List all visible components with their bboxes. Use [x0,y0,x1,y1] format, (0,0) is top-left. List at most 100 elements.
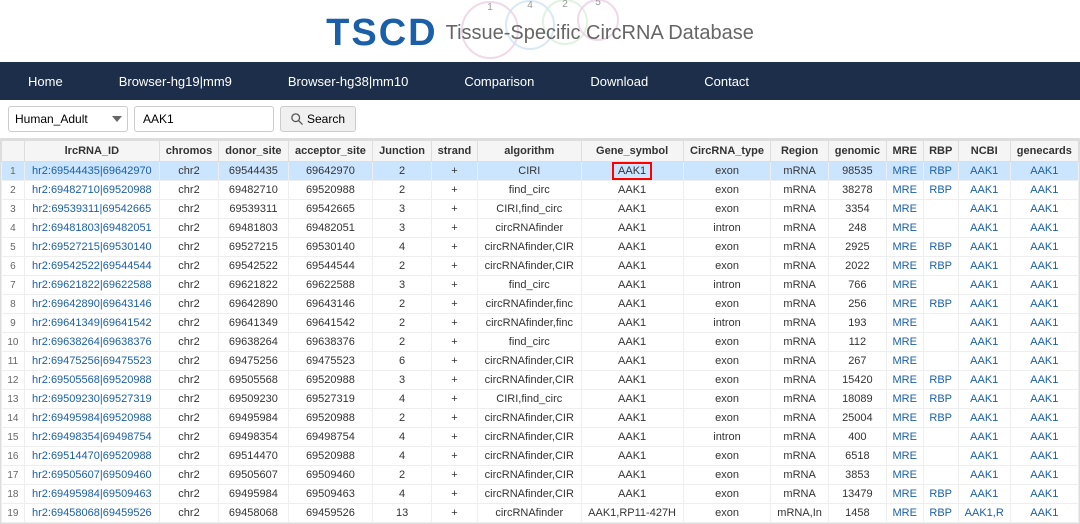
ncbi-tag[interactable]: AAK1 [958,390,1010,409]
lrcrna-id[interactable]: hr2:69544435|69642970 [24,162,159,181]
lrcrna-id[interactable]: hr2:69542522|69544544 [24,257,159,276]
mre-tag[interactable]: MRE [886,295,923,314]
rbp-tag[interactable]: RBP [923,162,958,181]
nav-browser-hg38[interactable]: Browser-hg38|mm10 [260,62,436,100]
mre-tag[interactable]: MRE [886,162,923,181]
genecards-tag[interactable]: AAK1 [1010,409,1078,428]
search-button[interactable]: Search [280,106,356,132]
mre-tag[interactable]: MRE [886,238,923,257]
lrcrna-id[interactable]: hr2:69495984|69520988 [24,409,159,428]
lrcrna-id[interactable]: hr2:69505607|69509460 [24,466,159,485]
genecards-tag[interactable]: AAK1 [1010,466,1078,485]
genecards-tag[interactable]: AAK1 [1010,200,1078,219]
lrcrna-id[interactable]: hr2:69638264|69638376 [24,333,159,352]
ncbi-tag[interactable]: AAK1 [958,409,1010,428]
species-dropdown[interactable]: Human_Adult Human_Fetal Mouse_Adult Mous… [8,106,128,132]
mre-tag[interactable]: MRE [886,447,923,466]
ncbi-tag[interactable]: AAK1 [958,257,1010,276]
nav-comparison[interactable]: Comparison [436,62,562,100]
genecards-tag[interactable]: AAK1 [1010,295,1078,314]
rbp-tag[interactable]: RBP [923,257,958,276]
mre-tag[interactable]: MRE [886,409,923,428]
mre-tag[interactable]: MRE [886,485,923,504]
rbp-tag[interactable] [923,333,958,352]
ncbi-tag[interactable]: AAK1 [958,276,1010,295]
nav-home[interactable]: Home [0,62,91,100]
mre-tag[interactable]: MRE [886,219,923,238]
ncbi-tag[interactable]: AAK1 [958,181,1010,200]
nav-browser-hg19[interactable]: Browser-hg19|mm9 [91,62,260,100]
ncbi-tag[interactable]: AAK1 [958,238,1010,257]
lrcrna-id[interactable]: hr2:69498354|69498754 [24,428,159,447]
lrcrna-id[interactable]: hr2:69527215|69530140 [24,238,159,257]
rbp-tag[interactable]: RBP [923,409,958,428]
genecards-tag[interactable]: AAK1 [1010,428,1078,447]
rbp-tag[interactable] [923,466,958,485]
ncbi-tag[interactable]: AAK1 [958,200,1010,219]
rbp-tag[interactable] [923,447,958,466]
genecards-tag[interactable]: AAK1 [1010,257,1078,276]
lrcrna-id[interactable]: hr2:69475256|69475523 [24,352,159,371]
search-input[interactable] [134,106,274,132]
lrcrna-id[interactable]: hr2:69539311|69542665 [24,200,159,219]
mre-tag[interactable]: MRE [886,390,923,409]
rbp-tag[interactable] [923,314,958,333]
ncbi-tag[interactable]: AAK1 [958,428,1010,447]
lrcrna-id[interactable]: hr2:69458068|69459526 [24,504,159,523]
genecards-tag[interactable]: AAK1 [1010,447,1078,466]
ncbi-tag[interactable]: AAK1 [958,485,1010,504]
nav-download[interactable]: Download [562,62,676,100]
mre-tag[interactable]: MRE [886,371,923,390]
ncbi-tag[interactable]: AAK1 [958,466,1010,485]
lrcrna-id[interactable]: hr2:69514470|69520988 [24,447,159,466]
ncbi-tag[interactable]: AAK1 [958,314,1010,333]
ncbi-tag[interactable]: AAK1 [958,162,1010,181]
lrcrna-id[interactable]: hr2:69482710|69520988 [24,181,159,200]
genecards-tag[interactable]: AAK1 [1010,352,1078,371]
lrcrna-id[interactable]: hr2:69641349|69641542 [24,314,159,333]
lrcrna-id[interactable]: hr2:69621822|69622588 [24,276,159,295]
ncbi-tag[interactable]: AAK1,R [958,504,1010,523]
ncbi-tag[interactable]: AAK1 [958,295,1010,314]
mre-tag[interactable]: MRE [886,504,923,523]
lrcrna-id[interactable]: hr2:69642890|69643146 [24,295,159,314]
rbp-tag[interactable] [923,200,958,219]
mre-tag[interactable]: MRE [886,466,923,485]
rbp-tag[interactable] [923,428,958,447]
genecards-tag[interactable]: AAK1 [1010,390,1078,409]
genecards-tag[interactable]: AAK1 [1010,314,1078,333]
rbp-tag[interactable] [923,352,958,371]
lrcrna-id[interactable]: hr2:69509230|69527319 [24,390,159,409]
rbp-tag[interactable] [923,219,958,238]
ncbi-tag[interactable]: AAK1 [958,333,1010,352]
lrcrna-id[interactable]: hr2:69505568|69520988 [24,371,159,390]
lrcrna-id[interactable]: hr2:69481803|69482051 [24,219,159,238]
lrcrna-id[interactable]: hr2:69495984|69509463 [24,485,159,504]
mre-tag[interactable]: MRE [886,276,923,295]
ncbi-tag[interactable]: AAK1 [958,219,1010,238]
rbp-tag[interactable]: RBP [923,504,958,523]
mre-tag[interactable]: MRE [886,333,923,352]
mre-tag[interactable]: MRE [886,428,923,447]
mre-tag[interactable]: MRE [886,200,923,219]
rbp-tag[interactable]: RBP [923,371,958,390]
ncbi-tag[interactable]: AAK1 [958,447,1010,466]
rbp-tag[interactable]: RBP [923,485,958,504]
mre-tag[interactable]: MRE [886,314,923,333]
genecards-tag[interactable]: AAK1 [1010,371,1078,390]
genecards-tag[interactable]: AAK1 [1010,181,1078,200]
nav-contact[interactable]: Contact [676,62,777,100]
ncbi-tag[interactable]: AAK1 [958,352,1010,371]
mre-tag[interactable]: MRE [886,352,923,371]
mre-tag[interactable]: MRE [886,257,923,276]
rbp-tag[interactable]: RBP [923,390,958,409]
genecards-tag[interactable]: AAK1 [1010,219,1078,238]
ncbi-tag[interactable]: AAK1 [958,371,1010,390]
rbp-tag[interactable] [923,276,958,295]
rbp-tag[interactable]: RBP [923,181,958,200]
rbp-tag[interactable]: RBP [923,238,958,257]
genecards-tag[interactable]: AAK1 [1010,504,1078,523]
genecards-tag[interactable]: AAK1 [1010,485,1078,504]
genecards-tag[interactable]: AAK1 [1010,238,1078,257]
genecards-tag[interactable]: AAK1 [1010,162,1078,181]
